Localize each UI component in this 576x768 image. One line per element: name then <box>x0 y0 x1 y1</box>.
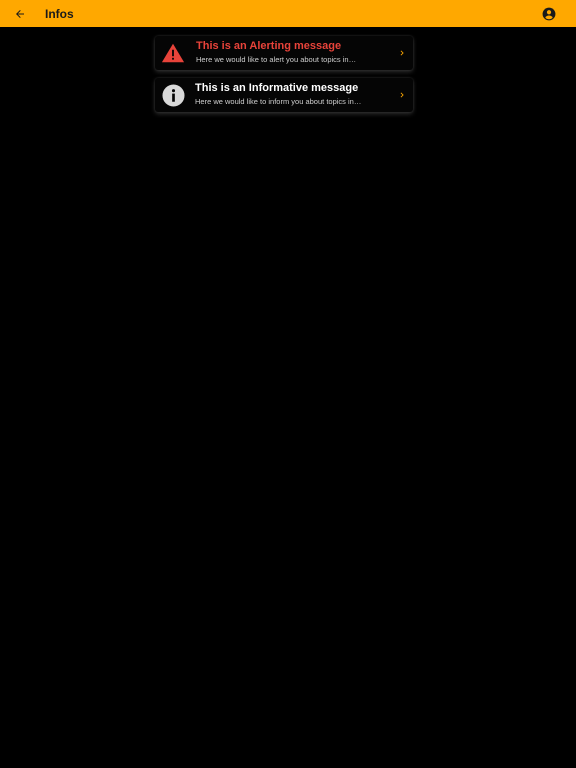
back-button[interactable] <box>10 4 30 24</box>
message-title: This is an Alerting message <box>196 40 342 52</box>
arrow-left-icon <box>16 10 24 18</box>
account-button[interactable] <box>539 4 559 24</box>
chevron-right-icon <box>395 46 409 60</box>
message-card-alert[interactable]: This is an Alerting message Here we woul… <box>155 36 413 70</box>
info-circle-icon <box>161 83 185 107</box>
message-subtitle: Here we would like to alert you about to… <box>196 55 357 64</box>
message-card-info[interactable]: This is an Informative message Here we w… <box>155 78 413 112</box>
chevron-right-icon <box>395 88 409 102</box>
app-bar: Infos <box>0 0 576 27</box>
warning-triangle-icon <box>161 41 185 65</box>
message-subtitle: Here we would like to inform you about t… <box>195 97 362 106</box>
message-title: This is an Informative message <box>195 82 359 94</box>
page-title: Infos <box>45 7 74 21</box>
account-circle-icon <box>542 7 556 21</box>
